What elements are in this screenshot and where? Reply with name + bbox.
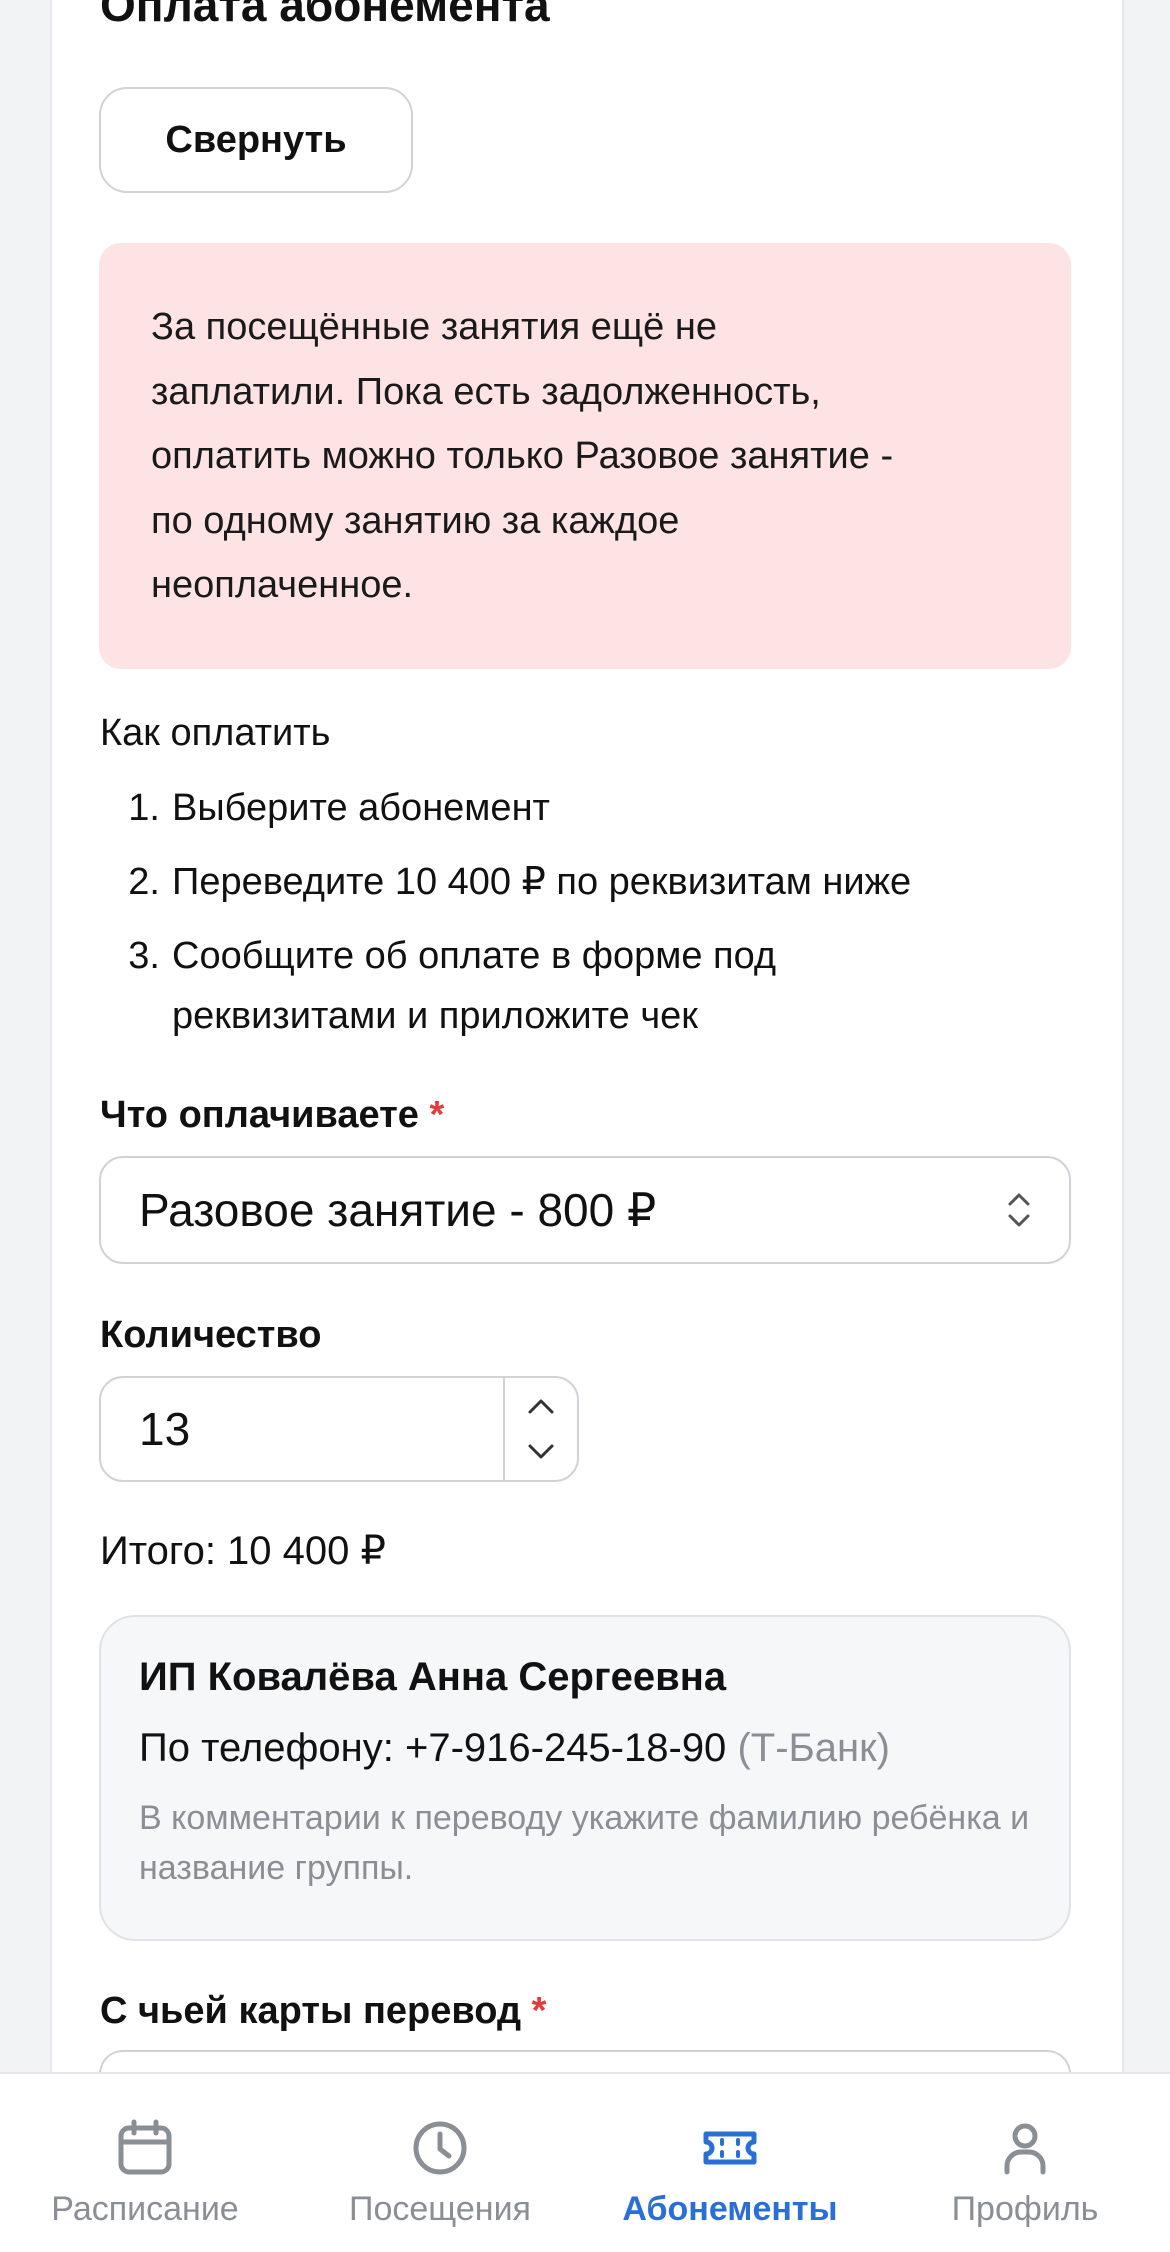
step-item: 1. Выберите абонемент [100, 778, 1080, 838]
tab-label: Расписание [51, 2190, 239, 2228]
tab-visits[interactable]: Посещения [330, 2074, 550, 2252]
plan-select-value: Разовое занятие - 800 ₽ [139, 1184, 657, 1236]
how-to-steps: 1. Выберите абонемент 2. Переведите 10 4… [100, 778, 1080, 1060]
step-text: Выберите абонемент [172, 787, 550, 829]
tab-schedule[interactable]: Расписание [30, 2074, 260, 2252]
plan-select[interactable]: Разовое занятие - 800 ₽ [99, 1156, 1071, 1264]
alert-line: За посещённые занятия ещё не [151, 306, 717, 348]
tab-label: Абонементы [622, 2190, 838, 2228]
step-number: 3. [128, 935, 160, 977]
what-paying-label-text: Что оплачиваете [100, 1094, 419, 1136]
phone-text: По телефону: +7-916-245-18-90 [139, 1726, 727, 1770]
person-icon [1004, 2123, 1046, 2175]
step-text: Переведите 10 400 ₽ по реквизитам ниже [172, 861, 912, 903]
stepper-buttons [503, 1378, 577, 1480]
total-amount: Итого: 10 400 ₽ [100, 1529, 386, 1573]
required-mark: * [531, 1990, 547, 2032]
tab-label: Профиль [951, 2190, 1099, 2228]
transfer-note: В комментарии к переводу укажите фамилию… [139, 1799, 1030, 1887]
step-text: Сообщите об оплате в форме под реквизита… [172, 935, 777, 1037]
bottom-tab-bar: Расписание Посещения Абонементы Профиль [0, 2072, 1170, 2252]
step-item: 3. Сообщите об оплате в форме под реквиз… [100, 926, 1080, 1046]
updown-chevron-icon [1008, 1193, 1030, 1227]
card-owner-label: С чьей карты перевод * [100, 1990, 546, 2033]
step-item: 2. Переведите 10 400 ₽ по реквизитам ниж… [100, 852, 1080, 912]
quantity-value[interactable]: 13 [101, 1402, 503, 1456]
what-paying-label: Что оплачиваете * [100, 1094, 444, 1137]
recipient-name: ИП Ковалёва Анна Сергеевна [139, 1655, 727, 1699]
collapse-button[interactable]: Свернуть [99, 87, 413, 193]
tab-profile[interactable]: Профиль [930, 2074, 1120, 2252]
requisites-card: ИП Ковалёва Анна Сергеевна По телефону: … [99, 1615, 1071, 1941]
alert-line: заплатили. Пока есть задолженность, [151, 370, 821, 413]
step-number: 1. [128, 787, 160, 829]
calendar-icon [118, 2119, 172, 2175]
how-to-title: Как оплатить [100, 712, 331, 754]
page-title: Оплата абонемента [100, 0, 550, 31]
recipient-phone: По телефону: +7-916-245-18-90 (Т-Банк) [139, 1726, 1031, 1771]
tab-subscriptions[interactable]: Абонементы [610, 2074, 850, 2252]
required-mark: * [429, 1094, 445, 1136]
step-number: 2. [128, 861, 160, 903]
alert-line: по одному занятию за каждое [151, 499, 680, 542]
alert-line: оплатить можно только Разовое занятие - [151, 435, 894, 477]
tab-label: Посещения [349, 2190, 531, 2228]
quantity-stepper[interactable]: 13 [99, 1376, 579, 1482]
chevron-up-icon[interactable] [525, 1396, 557, 1416]
clock-icon [413, 2121, 467, 2175]
alert-line: неоплаченное. [151, 564, 414, 606]
debt-alert: За посещённые занятия ещё не заплатили. … [99, 243, 1071, 669]
card-owner-label-text: С чьей карты перевод [100, 1990, 522, 2032]
bank-name: (Т-Банк) [737, 1726, 890, 1770]
quantity-label: Количество [100, 1314, 322, 1356]
chevron-down-icon[interactable] [525, 1442, 557, 1462]
ticket-icon [703, 2131, 757, 2165]
